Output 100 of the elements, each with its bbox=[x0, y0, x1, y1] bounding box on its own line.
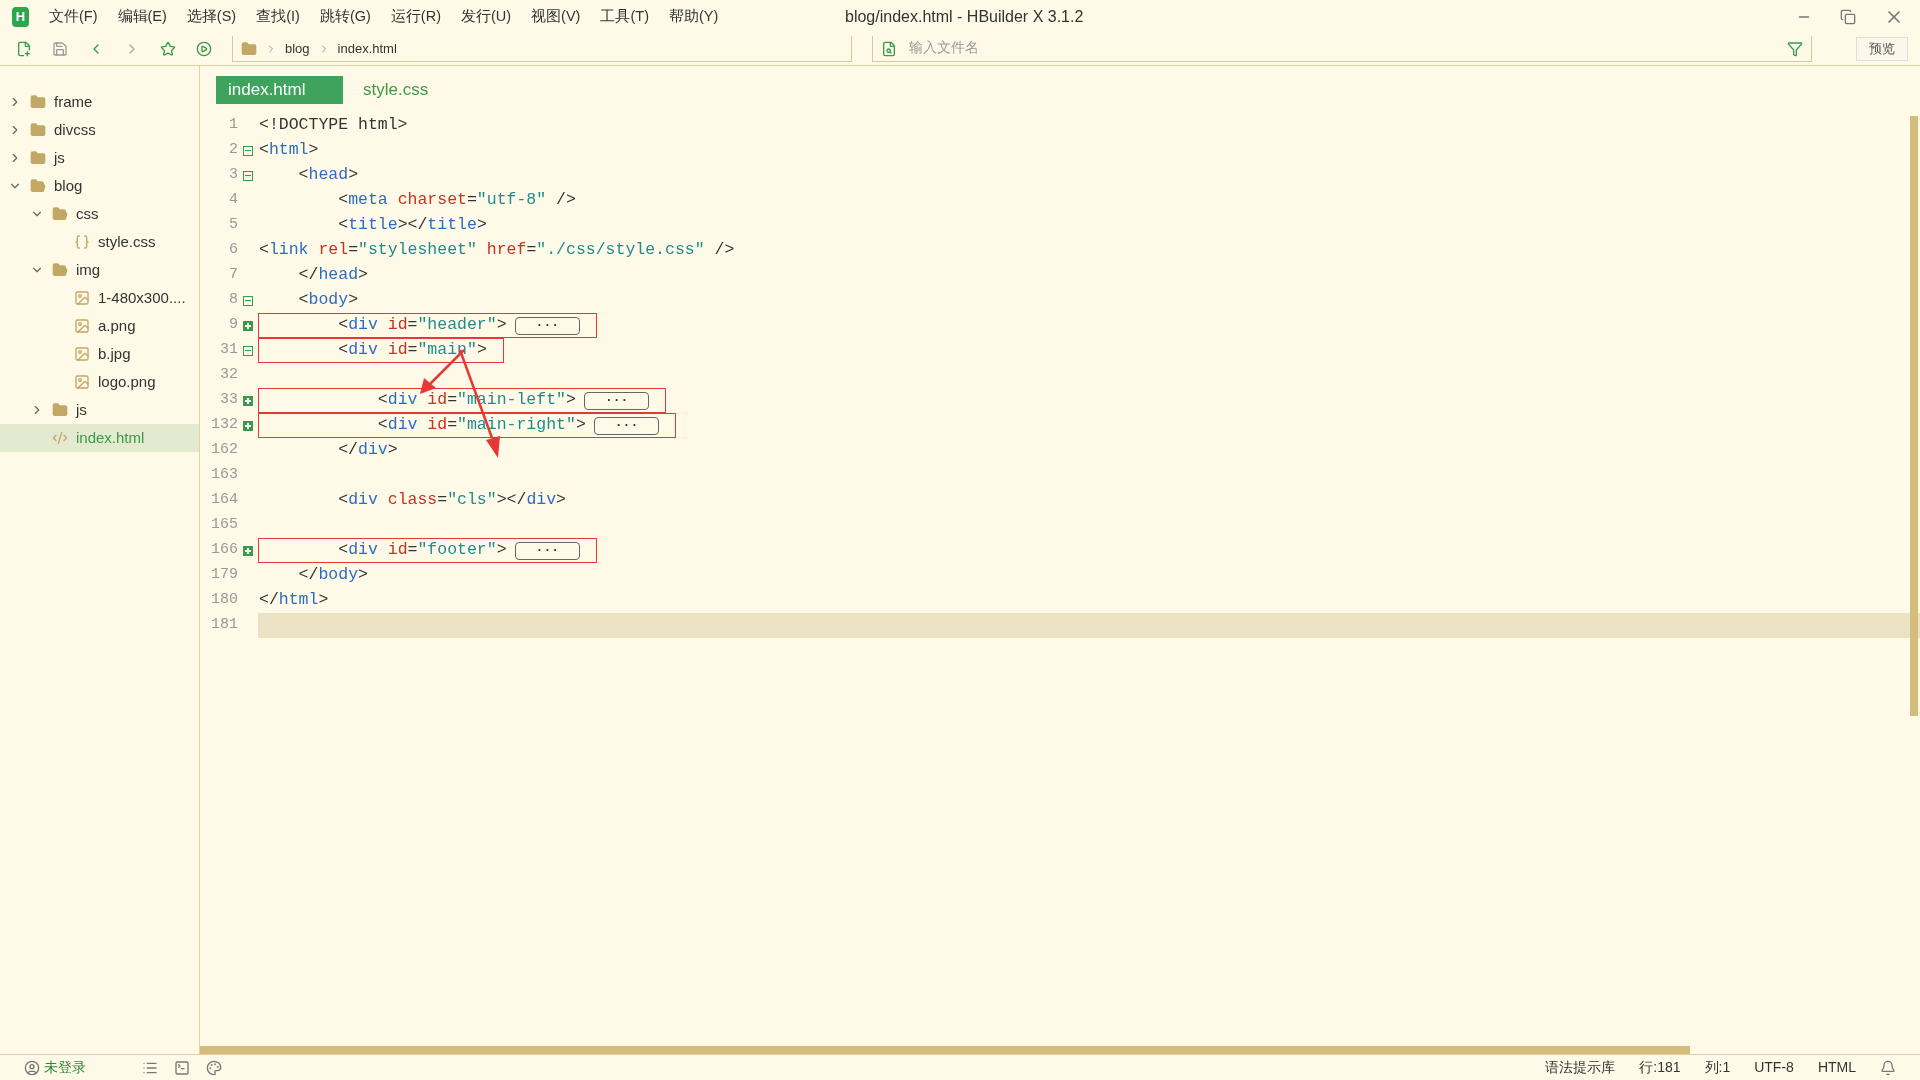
tree-item[interactable]: blog bbox=[0, 172, 199, 200]
line-number: 179 bbox=[210, 565, 238, 586]
line-number: 7 bbox=[228, 265, 238, 286]
line-number: 181 bbox=[210, 615, 238, 636]
status-item[interactable]: 语法提示库 bbox=[1545, 1057, 1616, 1078]
folder-icon bbox=[30, 94, 46, 110]
expand-marker[interactable] bbox=[243, 420, 253, 431]
collapse-marker[interactable] bbox=[243, 295, 253, 306]
app-logo: H bbox=[12, 6, 29, 27]
line-number: 3 bbox=[228, 165, 238, 186]
code-line: <meta charset="utf-8" /> bbox=[337, 189, 577, 212]
tree-item[interactable]: css bbox=[0, 200, 199, 228]
line-number: 165 bbox=[210, 515, 238, 536]
terminal-icon[interactable] bbox=[174, 1059, 190, 1076]
tree-item[interactable]: a.png bbox=[0, 312, 199, 340]
window-title: blog/index.html - HBuilder X 3.1.2 bbox=[845, 6, 1084, 27]
code-icon bbox=[52, 430, 68, 446]
filter-icon[interactable] bbox=[1787, 40, 1803, 57]
save-icon[interactable] bbox=[52, 41, 68, 57]
code-line: </body> bbox=[297, 564, 369, 587]
line-number: 33 bbox=[219, 390, 238, 411]
user-icon[interactable] bbox=[24, 1059, 40, 1076]
line-number: 163 bbox=[210, 465, 238, 486]
star-icon[interactable] bbox=[160, 41, 176, 57]
line-number: 132 bbox=[210, 415, 238, 436]
menu-item[interactable]: 帮助(Y) bbox=[660, 5, 727, 28]
breadcrumb-item[interactable]: blog bbox=[285, 38, 310, 59]
code-line: <title></title> bbox=[337, 214, 488, 237]
menu-item[interactable]: 编辑(E) bbox=[109, 5, 175, 28]
folder-icon bbox=[52, 262, 68, 278]
file-search-icon bbox=[881, 40, 897, 57]
tree-item[interactable]: style.css bbox=[0, 228, 199, 256]
menu-item[interactable]: 视图(V) bbox=[523, 5, 589, 28]
code-line: </head> bbox=[297, 264, 369, 287]
file-search-field[interactable]: 输入文件名 bbox=[909, 38, 1775, 59]
code-line: <head> bbox=[297, 164, 360, 187]
line-number: 5 bbox=[228, 215, 238, 236]
horizontal-scrollbar[interactable] bbox=[200, 1046, 1690, 1054]
collapse-marker[interactable] bbox=[243, 170, 253, 181]
image-icon bbox=[74, 346, 90, 362]
code-line: </html> bbox=[258, 589, 330, 612]
collapse-marker[interactable] bbox=[243, 345, 253, 356]
tree-item[interactable]: js bbox=[0, 396, 199, 424]
palette-icon[interactable] bbox=[206, 1059, 222, 1076]
image-icon bbox=[74, 290, 90, 306]
image-icon bbox=[74, 318, 90, 334]
menu-item[interactable]: 工具(T) bbox=[592, 5, 657, 28]
run-icon[interactable] bbox=[196, 41, 212, 57]
menu-item[interactable]: 选择(S) bbox=[178, 5, 245, 28]
tree-item[interactable]: logo.png bbox=[0, 368, 199, 396]
code-line: <div class="cls"></div> bbox=[337, 489, 567, 512]
folder-icon bbox=[30, 178, 46, 194]
line-number: 4 bbox=[228, 190, 238, 211]
line-number: 164 bbox=[210, 490, 238, 511]
expand-marker[interactable] bbox=[243, 395, 253, 406]
line-number: 32 bbox=[219, 365, 238, 386]
image-icon bbox=[74, 374, 90, 390]
folder-icon bbox=[52, 402, 68, 418]
menu-item[interactable]: 跳转(G) bbox=[311, 5, 379, 28]
folder-icon bbox=[30, 122, 46, 138]
line-number: 2 bbox=[228, 140, 238, 161]
preview-button[interactable]: 预览 bbox=[1856, 37, 1908, 61]
tree-item[interactable]: divcss bbox=[0, 116, 199, 144]
menu-item[interactable]: 发行(U) bbox=[452, 5, 520, 28]
code-line: </div> bbox=[337, 439, 399, 462]
tree-item[interactable]: img bbox=[0, 256, 199, 284]
line-number: 166 bbox=[210, 540, 238, 561]
new-file-icon[interactable] bbox=[16, 41, 32, 57]
tree-item[interactable]: 1-480x300.... bbox=[0, 284, 199, 312]
line-number: 162 bbox=[210, 440, 238, 461]
bell-icon[interactable] bbox=[1880, 1059, 1896, 1076]
file-search-box[interactable]: 输入文件名 bbox=[872, 36, 1812, 62]
status-item[interactable]: HTML bbox=[1817, 1057, 1856, 1078]
status-item[interactable]: 行:181 bbox=[1639, 1057, 1681, 1078]
breadcrumb-item[interactable]: index.html bbox=[337, 38, 397, 59]
tree-item[interactable]: js bbox=[0, 144, 199, 172]
line-number: 6 bbox=[228, 240, 238, 261]
menu-item[interactable]: 运行(R) bbox=[382, 5, 449, 28]
line-number: 1 bbox=[228, 115, 238, 136]
code-line: <!DOCTYPE html> bbox=[258, 114, 409, 137]
braces-icon bbox=[74, 234, 90, 250]
status-item[interactable]: 列:1 bbox=[1704, 1057, 1731, 1078]
folder-icon bbox=[52, 206, 68, 222]
line-number: 8 bbox=[228, 290, 238, 311]
menu-item[interactable]: 查找(I) bbox=[248, 5, 308, 28]
line-number: 180 bbox=[210, 590, 238, 611]
expand-marker[interactable] bbox=[243, 320, 253, 331]
status-item[interactable]: UTF-8 bbox=[1754, 1057, 1794, 1078]
login-status[interactable]: 未登录 bbox=[44, 1057, 86, 1078]
menu-item[interactable]: 文件(F) bbox=[41, 5, 106, 28]
tree-item[interactable]: b.jpg bbox=[0, 340, 199, 368]
expand-marker[interactable] bbox=[243, 545, 253, 556]
line-number: 31 bbox=[219, 340, 238, 361]
vertical-scrollbar[interactable] bbox=[1910, 116, 1918, 716]
restore-icon[interactable] bbox=[1840, 8, 1856, 25]
code-line: <link rel="stylesheet" href="./css/style.css" /> bbox=[258, 239, 736, 262]
code-line: <html> bbox=[258, 139, 320, 162]
folder-icon bbox=[241, 40, 257, 57]
collapse-marker[interactable] bbox=[243, 145, 253, 156]
tree-item[interactable]: frame bbox=[0, 88, 199, 116]
